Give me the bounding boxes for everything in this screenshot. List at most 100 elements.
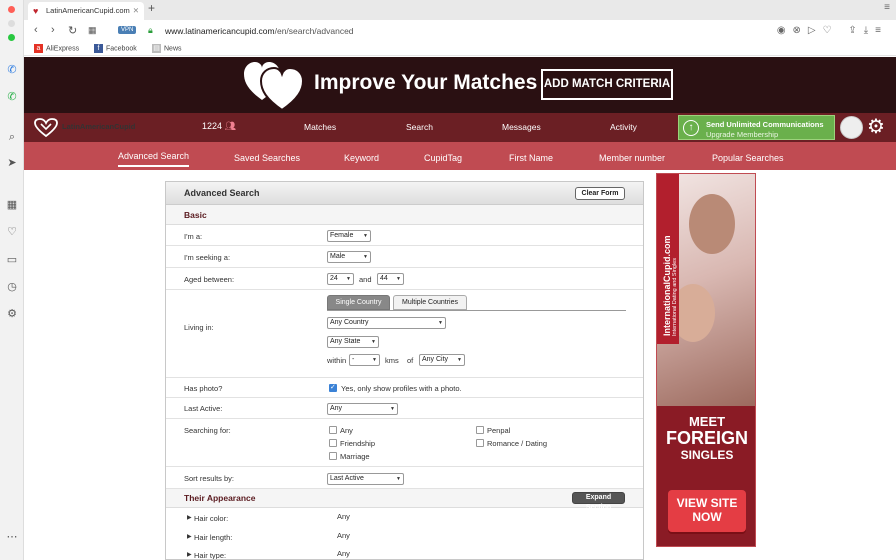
tab-first-name[interactable]: First Name (509, 153, 553, 163)
age-from-select[interactable]: 24 (327, 273, 354, 285)
tab-popular-searches[interactable]: Popular Searches (712, 153, 784, 163)
im-a-label: I'm a: (184, 232, 203, 241)
bookmark-aliexpress[interactable]: a AliExpress (34, 44, 79, 53)
nav-search[interactable]: Search (406, 122, 433, 132)
tabs-grid-icon[interactable]: ▦ (88, 25, 97, 36)
seeking-select[interactable]: Male (327, 251, 371, 263)
url-field[interactable]: www.latinamericancupid.com/en/search/adv… (165, 26, 354, 36)
wallet-icon[interactable]: ▭ (5, 253, 19, 267)
settings-gear-icon[interactable]: ⚙ (867, 114, 885, 139)
ad-singles: SINGLES (680, 448, 734, 462)
country-select[interactable]: Any Country (327, 317, 446, 329)
search-icon[interactable]: ⌕ (5, 130, 19, 144)
messenger-icon[interactable]: ✆ (5, 63, 19, 77)
marriage-option-label: Marriage (340, 452, 370, 461)
tab-keyword[interactable]: Keyword (344, 153, 379, 163)
last-active-select[interactable]: Any (327, 403, 398, 415)
send-icon[interactable]: ➤ (5, 156, 19, 170)
penpal-checkbox[interactable] (476, 426, 484, 434)
more-icon[interactable]: ⋯ (5, 530, 19, 544)
cupid-favicon-icon: ♥ (33, 6, 39, 16)
nav-activity[interactable]: Activity (610, 122, 637, 132)
friendship-checkbox[interactable] (329, 439, 337, 447)
search-subnav: Advanced Search Saved Searches Keyword C… (24, 142, 896, 170)
avatar[interactable] (840, 116, 863, 139)
tab-single-country[interactable]: Single Country (327, 295, 390, 310)
expand-arrow-icon: ▶ (187, 515, 192, 521)
sort-row: Sort results by: Last Active (166, 467, 643, 489)
tab-member-number[interactable]: Member number (599, 153, 665, 163)
upgrade-membership-button[interactable]: ↑ Send Unlimited Communications Upgrade … (678, 115, 835, 140)
arrow-up-icon: ↑ (683, 120, 699, 136)
minimize-window-dot[interactable] (8, 20, 15, 27)
tab-menu-icon[interactable]: ≡ (884, 2, 890, 13)
state-select[interactable]: Any State (327, 336, 379, 348)
marriage-checkbox[interactable] (329, 452, 337, 460)
panel-header: Advanced Search Clear Form (166, 182, 643, 205)
online-count[interactable]: 1224 👥︎ (202, 121, 236, 132)
bookmark-news[interactable]: ▤ News (152, 44, 182, 53)
aged-label: Aged between: (184, 275, 235, 284)
photo-checkbox[interactable] (329, 383, 337, 392)
ad-vertical-sub: International Dating and Singles (672, 258, 678, 336)
living-in-label: Living in: (184, 323, 214, 332)
back-icon[interactable]: ‹ (34, 24, 38, 36)
photo-checkbox-label: Yes, only show profiles with a photo. (341, 384, 462, 393)
hair-color-row[interactable]: ▶ Hair color: Any (166, 508, 643, 527)
tab-advanced-search[interactable]: Advanced Search (118, 151, 190, 167)
tab-saved-searches[interactable]: Saved Searches (234, 153, 300, 163)
nav-matches[interactable]: Matches (304, 122, 336, 132)
facebook-icon: f (94, 44, 103, 53)
hair-length-row[interactable]: ▶ Hair length: Any (166, 527, 643, 546)
sort-select[interactable]: Last Active (327, 473, 404, 485)
city-select[interactable]: Any City (419, 354, 465, 366)
last-active-label: Last Active: (184, 404, 223, 413)
ad-cta-line2: NOW (692, 510, 722, 524)
any-checkbox[interactable] (329, 426, 337, 434)
banner-headline: Improve Your Matches (314, 71, 538, 94)
bookmark-facebook[interactable]: f Facebook (94, 44, 137, 53)
living-in-row: Living in: Single Country Multiple Count… (166, 290, 643, 378)
tab-underline (327, 310, 626, 311)
lock-icon[interactable]: 🔒︎ (148, 25, 153, 36)
add-match-criteria-button[interactable]: ADD MATCH CRITERIA (541, 69, 673, 100)
vpn-badge[interactable]: VPN (118, 26, 137, 34)
history-icon[interactable]: ◷ (5, 280, 19, 294)
hair-type-row[interactable]: ▶ Hair type: Any (166, 546, 643, 559)
ad-meet: MEET (688, 414, 726, 429)
basic-title: Basic (184, 210, 207, 220)
reload-icon[interactable]: ↻ (68, 24, 77, 37)
promo-banner: Improve Your Matches ADD MATCH CRITERIA (24, 57, 896, 113)
last-active-row: Last Active: Any (166, 398, 643, 419)
ad-cta-line1: VIEW SITE (676, 496, 738, 510)
internationalcupid-ad[interactable]: InternationalCupid.com International Dat… (656, 173, 756, 547)
forward-icon[interactable]: › (51, 24, 55, 36)
tab-cupidtag[interactable]: CupidTag (424, 153, 462, 163)
appearance-section-header: Their Appearance Expand Section (166, 489, 643, 511)
within-select[interactable]: - (349, 354, 380, 366)
age-to-select[interactable]: 44 (377, 273, 404, 285)
new-tab-plus-icon[interactable]: + (148, 1, 155, 15)
romance-checkbox[interactable] (476, 439, 484, 447)
hair-length-label: Hair length: (194, 533, 233, 542)
hair-color-label: Hair color: (194, 514, 229, 523)
hearts-logo-icon (244, 62, 304, 112)
apps-grid-icon[interactable]: ▦ (5, 198, 19, 212)
ad-view-site-button[interactable]: VIEW SITE NOW (668, 490, 746, 532)
maximize-window-dot[interactable] (8, 34, 15, 41)
close-tab-icon[interactable]: ✕ (133, 2, 139, 20)
clear-form-button[interactable]: Clear Form (575, 187, 625, 200)
expand-arrow-icon: ▶ (187, 552, 192, 558)
expand-section-button[interactable]: Expand Section (572, 492, 625, 511)
browser-tab[interactable]: ♥ LatinAmericanCupid.com ✕ (28, 2, 144, 20)
heart-icon[interactable]: ♡ (5, 225, 19, 239)
settings-gear-icon[interactable]: ⚙ (5, 307, 19, 321)
address-actions[interactable]: ◉⊗▷♡ ⇪⤓≡ (777, 25, 888, 36)
whatsapp-icon[interactable]: ✆ (5, 90, 19, 104)
close-window-dot[interactable] (8, 6, 15, 13)
nav-messages[interactable]: Messages (502, 122, 541, 132)
tab-multiple-countries[interactable]: Multiple Countries (393, 295, 467, 310)
seeking-row: I'm seeking a: Male (166, 246, 643, 268)
age-row: Aged between: 24 and 44 (166, 268, 643, 290)
im-a-select[interactable]: Female (327, 230, 371, 242)
